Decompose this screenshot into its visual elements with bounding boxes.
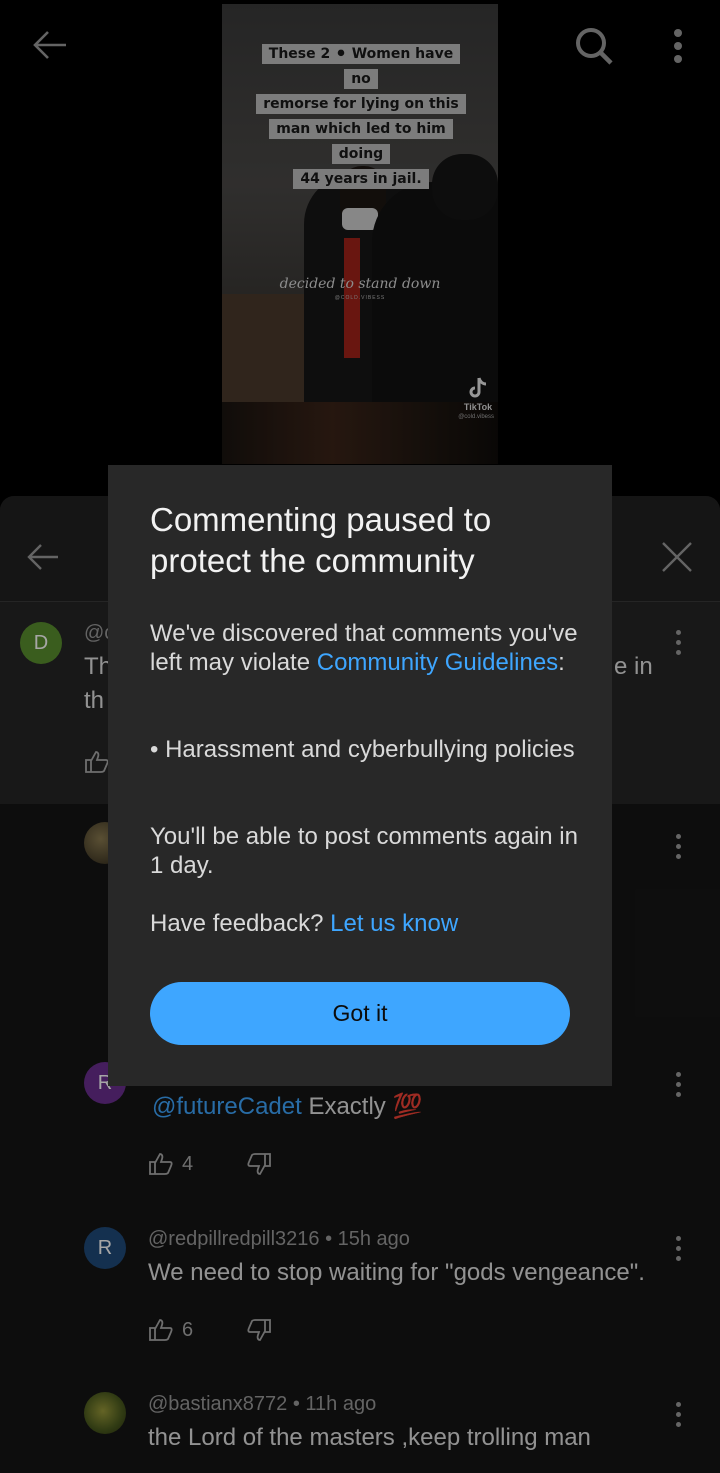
avatar-letter: R	[97, 1236, 113, 1259]
thumbs-up-icon	[85, 751, 109, 773]
caption-line: 44 years in jail.	[293, 169, 429, 189]
arrow-left-icon	[33, 31, 66, 59]
thumbs-up-icon	[149, 1319, 173, 1341]
dialog-body-suffix: :	[558, 649, 565, 676]
dislike-button[interactable]	[246, 1318, 272, 1342]
video-caption: These 2 ⚫ Women have no remorse for lyin…	[254, 42, 468, 192]
thumbs-down-icon	[247, 1153, 271, 1175]
feedback-prefix: Have feedback?	[150, 910, 331, 937]
harassment-policy-link[interactable]: • Harassment and cyberbullying policies	[150, 735, 580, 764]
comment-text: We need to stop waiting for "gods vengea…	[148, 1259, 645, 1286]
comment-more-button[interactable]	[674, 1236, 682, 1266]
comment-text: @futureCadet Exactly 💯	[152, 1090, 422, 1124]
feedback-link[interactable]: Let us know	[330, 910, 458, 937]
mention-link[interactable]: @futureCadet	[152, 1093, 302, 1120]
like-button[interactable]: 6	[148, 1318, 193, 1342]
commenting-paused-dialog: Commenting paused to protect the communi…	[108, 465, 612, 1086]
tiktok-label: TikTok	[463, 402, 493, 412]
comment-body: Exactly 💯	[301, 1093, 423, 1120]
feedback-line: Have feedback? Let us know	[150, 909, 580, 938]
like-button[interactable]: 4	[148, 1152, 193, 1176]
like-count: 6	[182, 1318, 194, 1341]
dislike-button[interactable]	[246, 1152, 272, 1176]
search-icon	[576, 28, 613, 65]
comment-text: th	[84, 687, 105, 714]
caption-line: man which led to him doing	[269, 119, 453, 164]
comments-back-button[interactable]	[26, 542, 60, 577]
video-face-mask	[342, 208, 378, 230]
dialog-body: We've discovered that comments you've le…	[150, 619, 580, 677]
comment-meta[interactable]: @bastianx8772 • 11h ago	[148, 1393, 376, 1416]
got-it-button[interactable]: Got it	[150, 982, 570, 1045]
tiktok-watermark: TikTok	[458, 376, 498, 412]
search-button[interactable]	[574, 26, 614, 66]
caption-line: These 2 ⚫ Women have no	[261, 44, 461, 89]
close-icon	[662, 542, 692, 572]
more-vert-icon	[674, 29, 682, 63]
tiktok-logo-icon	[469, 377, 487, 398]
thumbs-up-icon	[149, 1153, 173, 1175]
comments-close-button[interactable]	[660, 540, 694, 579]
thumbs-down-icon	[247, 1319, 271, 1341]
dialog-title: Commenting paused to protect the communi…	[150, 501, 492, 579]
community-guidelines-link[interactable]: Community Guidelines	[317, 649, 558, 676]
avatar[interactable]: R	[84, 1227, 126, 1269]
tiktok-handle: @cold.vibess	[458, 414, 494, 420]
comment-text: e in	[614, 653, 653, 680]
comment-more-button[interactable]	[674, 630, 682, 660]
comment-text: the Lord of the masters ,keep trolling m…	[148, 1424, 591, 1451]
comment-meta[interactable]: @redpillredpill3216 • 15h ago	[148, 1228, 410, 1251]
like-button[interactable]	[84, 750, 110, 774]
video-watermark-handle: @COLD.VIBESS	[334, 295, 386, 301]
video-bottom-strip	[222, 402, 498, 464]
video-subtitle: decided to stand down	[279, 276, 441, 292]
like-count: 4	[182, 1152, 194, 1175]
avatar[interactable]	[84, 1392, 126, 1434]
resume-notice: You'll be able to post comments again in…	[150, 823, 578, 879]
back-button[interactable]	[30, 28, 70, 62]
comment-more-button[interactable]	[674, 1072, 682, 1102]
arrow-left-icon	[27, 544, 58, 570]
comment-more-button[interactable]	[674, 834, 682, 864]
avatar[interactable]: D	[20, 622, 62, 664]
video-player[interactable]: These 2 ⚫ Women have no remorse for lyin…	[222, 4, 498, 464]
caption-line: remorse for lying on this	[256, 94, 466, 114]
more-options-button[interactable]	[670, 28, 686, 66]
avatar-letter: D	[33, 631, 49, 654]
comment-more-button[interactable]	[674, 1402, 682, 1432]
